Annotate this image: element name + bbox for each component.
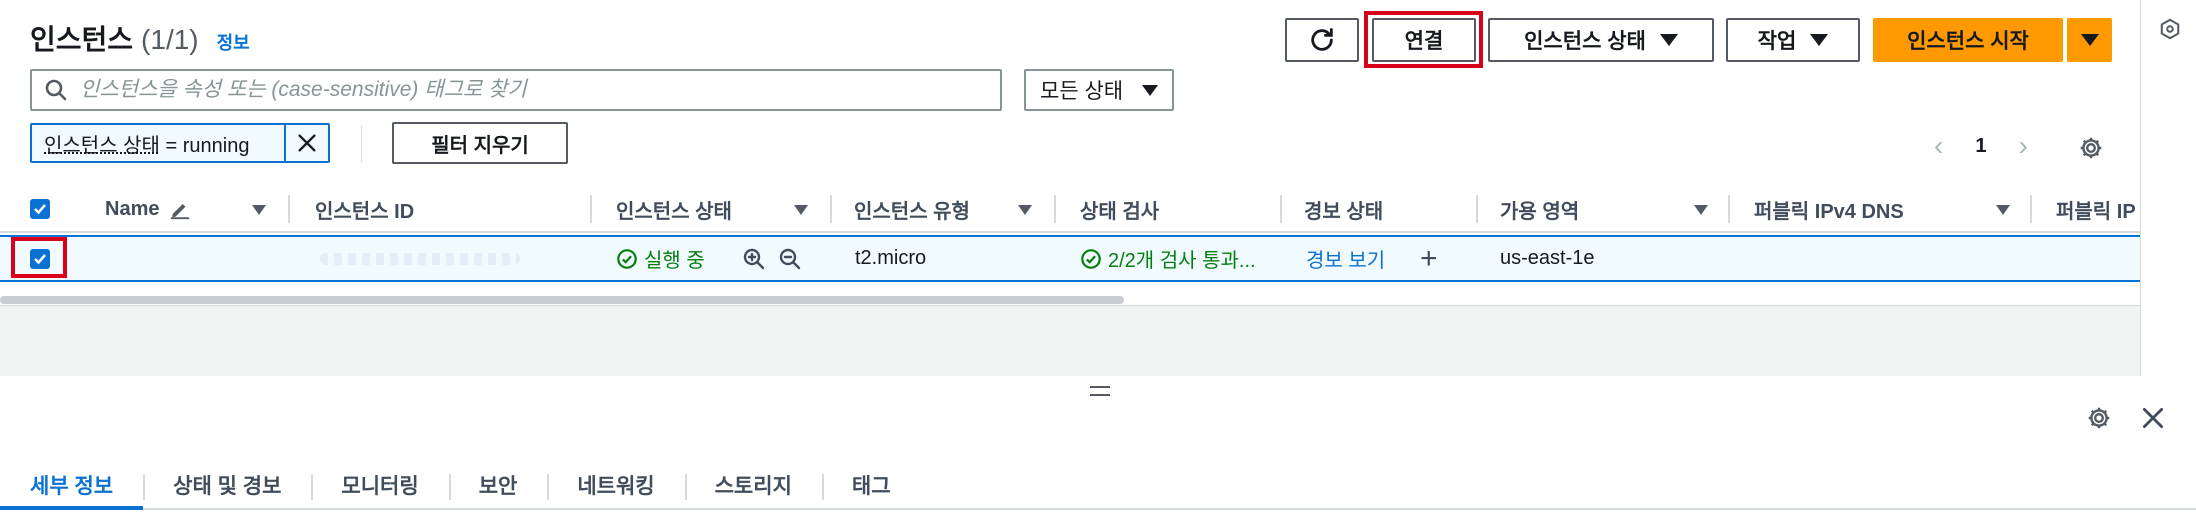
- refresh-button[interactable]: [1285, 18, 1359, 62]
- clear-filters-label: 필터 지우기: [431, 134, 529, 157]
- gear-icon[interactable]: [2086, 405, 2112, 431]
- select-all-checkbox[interactable]: [30, 185, 70, 233]
- caret-down-icon: [1142, 84, 1158, 96]
- instance-state-dropdown[interactable]: 인스턴스 상태: [1488, 18, 1714, 62]
- tab-security[interactable]: 보안: [448, 462, 548, 508]
- edit-icon: [171, 203, 190, 220]
- tab-status-alarms[interactable]: 상태 및 경보: [143, 462, 311, 508]
- next-page-button[interactable]: ›: [2018, 130, 2027, 162]
- view-alarms-link[interactable]: 경보 보기: [1306, 237, 1385, 280]
- remove-filter-button[interactable]: [284, 125, 328, 161]
- tab-tags[interactable]: 태그: [821, 462, 921, 508]
- status-check-text: 2/2개 검사 통과...: [1108, 250, 1256, 272]
- column-instance-id-label: 인스턴스 ID: [315, 200, 415, 223]
- table-header: Name 인스턴스 ID 인스턴스 상태 인스턴스 유형 상태 검사 경보 상태: [0, 185, 2140, 233]
- connect-highlight-box: [1364, 11, 1483, 68]
- check-circle-icon: [1081, 248, 1101, 269]
- refresh-icon: [1311, 28, 1333, 51]
- column-header-instance-type[interactable]: 인스턴스 유형: [832, 185, 1056, 233]
- previous-page-button[interactable]: ‹: [1934, 130, 1943, 162]
- column-header-status-check[interactable]: 상태 검사: [1056, 185, 1282, 233]
- cell-instance-state: 실행 중: [616, 237, 705, 280]
- column-availability-zone-label: 가용 영역: [1500, 200, 1580, 223]
- current-page[interactable]: 1: [1975, 135, 1986, 158]
- sort-icon[interactable]: [1694, 205, 1708, 215]
- row-checkbox-highlight-box: [11, 237, 67, 278]
- info-link[interactable]: 정보: [217, 29, 250, 55]
- search-icon: [45, 79, 67, 101]
- details-tabs: 세부 정보 상태 및 경보 모니터링 보안 네트워킹 스토리지 태그: [0, 462, 2196, 510]
- column-header-public-ip[interactable]: 퍼블릭 IP: [2032, 185, 2140, 233]
- sort-icon[interactable]: [1018, 205, 1032, 215]
- checkbox-checked: [30, 199, 50, 219]
- column-header-availability-zone[interactable]: 가용 영역: [1478, 185, 1730, 233]
- column-public-dns-label: 퍼블릭 IPv4 DNS: [1754, 200, 1904, 223]
- column-header-name[interactable]: Name: [72, 185, 290, 233]
- state-filter-value: 모든 상태: [1040, 80, 1124, 103]
- tab-details[interactable]: 세부 정보: [0, 462, 144, 510]
- actions-dropdown[interactable]: 작업: [1726, 18, 1860, 62]
- search-box: [30, 69, 1002, 111]
- resize-handle[interactable]: [1090, 386, 1110, 396]
- column-status-check-label: 상태 검사: [1080, 200, 1160, 223]
- zoom-in-icon[interactable]: [742, 247, 766, 271]
- horizontal-scrollbar[interactable]: [0, 296, 1124, 304]
- state-filter-select[interactable]: 모든 상태: [1024, 69, 1174, 111]
- column-header-instance-id[interactable]: 인스턴스 ID: [290, 185, 592, 233]
- launch-instances-button[interactable]: 인스턴스 시작: [1873, 18, 2063, 62]
- sort-icon[interactable]: [1996, 205, 2010, 215]
- column-header-alarm-status[interactable]: 경보 상태: [1282, 185, 1478, 233]
- tab-networking[interactable]: 네트워킹: [547, 462, 684, 508]
- column-header-public-dns[interactable]: 퍼블릭 IPv4 DNS: [1730, 185, 2032, 233]
- zoom-controls: [742, 237, 802, 280]
- filter-divider: [361, 126, 362, 162]
- column-alarm-status-label: 경보 상태: [1304, 200, 1384, 223]
- tab-storage[interactable]: 스토리지: [684, 462, 822, 508]
- filter-token: 인스턴스 상태 = running: [30, 123, 330, 163]
- actions-dropdown-label: 작업: [1757, 30, 1797, 53]
- instance-state-dropdown-label: 인스턴스 상태: [1524, 30, 1646, 53]
- cell-availability-zone: us-east-1e: [1500, 247, 1595, 269]
- sort-icon[interactable]: [794, 205, 808, 215]
- caret-down-icon: [2080, 34, 2099, 46]
- filter-token-label[interactable]: 인스턴스 상태 = running: [32, 129, 284, 158]
- redacted-instance-id: [320, 252, 520, 265]
- sort-icon[interactable]: [252, 205, 266, 215]
- pagination: ‹ 1 ›: [1934, 130, 2028, 162]
- column-instance-type-label: 인스턴스 유형: [854, 200, 970, 223]
- cell-instance-id[interactable]: [320, 237, 520, 280]
- add-alarm-button[interactable]: +: [1420, 237, 1438, 280]
- check-circle-icon: [617, 248, 637, 269]
- caret-down-icon: [1659, 34, 1678, 46]
- table-row[interactable]: 실행 중 t2.micro 2/2개 검사 통과... 경보 보기 + us-e…: [0, 235, 2140, 282]
- cell-instance-type: t2.micro: [855, 247, 927, 269]
- caret-down-icon: [1810, 34, 1829, 46]
- right-tools-rail: [2140, 0, 2196, 376]
- instance-state-text: 실행 중: [644, 250, 705, 272]
- clear-filters-button[interactable]: 필터 지우기: [392, 122, 568, 164]
- column-instance-state-label: 인스턴스 상태: [616, 200, 732, 223]
- zoom-out-icon[interactable]: [778, 247, 802, 271]
- tab-monitoring[interactable]: 모니터링: [311, 462, 448, 508]
- gear-icon[interactable]: [2078, 135, 2104, 161]
- search-input[interactable]: [80, 78, 980, 102]
- launch-options-dropdown[interactable]: [2067, 18, 2112, 62]
- column-name-label: Name: [105, 197, 160, 220]
- help-panel-icon[interactable]: [2159, 18, 2181, 40]
- close-icon[interactable]: [2140, 405, 2166, 431]
- launch-instances-label: 인스턴스 시작: [1907, 30, 2029, 53]
- column-header-instance-state[interactable]: 인스턴스 상태: [592, 185, 832, 233]
- table-empty-space: [0, 305, 2140, 376]
- cell-status-check: 2/2개 검사 통과...: [1080, 237, 1256, 280]
- close-icon: [298, 134, 316, 152]
- instance-count: (1/1): [141, 24, 199, 55]
- page-title: 인스턴스 (1/1) 정보: [30, 18, 250, 58]
- page-title-text: 인스턴스: [30, 24, 134, 55]
- details-panel: 세부 정보 상태 및 경보 모니터링 보안 네트워킹 스토리지 태그: [0, 376, 2196, 527]
- column-public-ip-label: 퍼블릭 IP: [2056, 200, 2136, 223]
